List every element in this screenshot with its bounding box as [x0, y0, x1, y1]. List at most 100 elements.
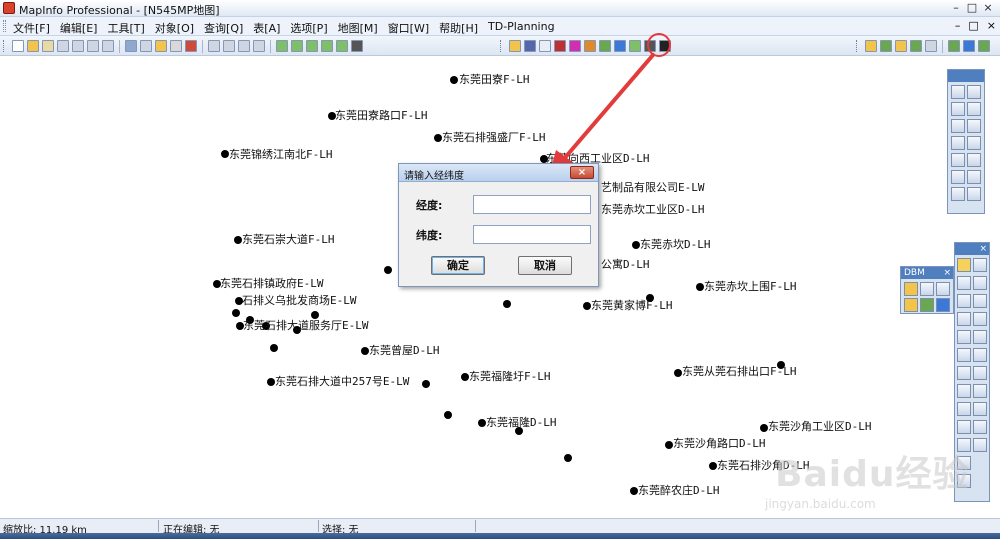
- arc-tool-icon[interactable]: [967, 102, 981, 116]
- add-node-icon[interactable]: [967, 170, 981, 184]
- map-point[interactable]: [434, 134, 442, 142]
- show-legend-icon[interactable]: [957, 420, 971, 434]
- table-tool-icon[interactable]: [614, 40, 626, 52]
- longitude-input[interactable]: [473, 195, 591, 214]
- menu-grip[interactable]: [3, 20, 6, 32]
- layer-control-icon[interactable]: [865, 40, 877, 52]
- new-document-icon[interactable]: [12, 40, 24, 52]
- ok-button[interactable]: 确定: [431, 256, 485, 275]
- dialog-title-bar[interactable]: 请输入经纬度 ×: [399, 164, 598, 182]
- map-point[interactable]: [450, 76, 458, 84]
- marquee-select-icon[interactable]: [973, 258, 987, 272]
- reshape-tool-icon[interactable]: [951, 170, 965, 184]
- save-icon[interactable]: [125, 40, 137, 52]
- export-pdf-icon[interactable]: [185, 40, 197, 52]
- palette-close-icon[interactable]: ×: [979, 243, 987, 255]
- pan-hand-icon[interactable]: [973, 348, 987, 362]
- map-point[interactable]: [444, 411, 452, 419]
- save-as-icon[interactable]: [140, 40, 152, 52]
- menu-help[interactable]: 帮助[H]: [434, 19, 483, 37]
- ruler-icon[interactable]: [973, 402, 987, 416]
- frame-tool-icon[interactable]: [967, 153, 981, 167]
- dbm-folder-icon[interactable]: [904, 298, 918, 312]
- toolbar-grip[interactable]: [3, 40, 6, 52]
- polygon-select-icon[interactable]: [973, 276, 987, 290]
- rounded-rect-tool-icon[interactable]: [967, 136, 981, 150]
- site-layer-icon[interactable]: [524, 40, 536, 52]
- menu-window[interactable]: 窗口[W]: [383, 19, 434, 37]
- line-style-icon[interactable]: [967, 187, 981, 201]
- toolbar-grip[interactable]: [856, 40, 859, 52]
- boundary-select-icon[interactable]: [957, 294, 971, 308]
- dbm-title-bar[interactable]: DBM ×: [901, 267, 953, 279]
- map-point[interactable]: [461, 373, 469, 381]
- print-icon[interactable]: [170, 40, 182, 52]
- menu-options[interactable]: 选项[P]: [285, 19, 332, 37]
- zoom-icon[interactable]: [102, 40, 114, 52]
- map-point[interactable]: [422, 380, 430, 388]
- minimize-button[interactable]: –: [948, 1, 964, 15]
- map-point[interactable]: [674, 369, 682, 377]
- maximize-button[interactable]: □: [964, 1, 980, 15]
- close-button[interactable]: ×: [980, 1, 996, 15]
- find-icon[interactable]: [87, 40, 99, 52]
- menu-edit[interactable]: 编辑[E]: [55, 19, 103, 37]
- map-point[interactable]: [267, 378, 275, 386]
- invert-select-icon[interactable]: [957, 312, 971, 326]
- dbm-table-icon[interactable]: [920, 282, 934, 296]
- redistrict-icon[interactable]: [336, 40, 348, 52]
- symbol-style-icon[interactable]: [951, 187, 965, 201]
- palette-title-bar[interactable]: ×: [955, 243, 989, 255]
- radius-select-icon[interactable]: [957, 276, 971, 290]
- polyline-tool-icon[interactable]: [951, 102, 965, 116]
- tool-manager-icon[interactable]: [978, 40, 990, 52]
- site-open-icon[interactable]: [509, 40, 521, 52]
- run-program-icon[interactable]: [948, 40, 960, 52]
- dialog-close-button[interactable]: ×: [570, 166, 594, 179]
- map-point[interactable]: [503, 300, 511, 308]
- menu-objects[interactable]: 对象[O]: [150, 19, 199, 37]
- dbm-open-icon[interactable]: [904, 282, 918, 296]
- cross-icon[interactable]: [644, 40, 656, 52]
- open-workspace-icon[interactable]: [42, 40, 54, 52]
- legend-icon[interactable]: [895, 40, 907, 52]
- new-browser-icon[interactable]: [276, 40, 288, 52]
- menu-td-planning[interactable]: TD-Planning: [483, 19, 560, 37]
- map-point[interactable]: [232, 309, 240, 317]
- toolbar-grip[interactable]: [500, 40, 503, 52]
- paste-icon[interactable]: [238, 40, 250, 52]
- line-tool-icon[interactable]: [967, 85, 981, 99]
- copy-icon[interactable]: [223, 40, 235, 52]
- map-point[interactable]: [515, 427, 523, 435]
- map-point[interactable]: [384, 266, 392, 274]
- map-point[interactable]: [632, 241, 640, 249]
- menu-table[interactable]: 表[A]: [248, 19, 285, 37]
- map-point[interactable]: [221, 150, 229, 158]
- fr-icon[interactable]: [539, 40, 551, 52]
- map-point[interactable]: [760, 424, 768, 432]
- dbm-refresh-icon[interactable]: [920, 298, 934, 312]
- rectangle-tool-icon[interactable]: [951, 136, 965, 150]
- palette-title-bar[interactable]: [948, 70, 984, 82]
- gear-icon[interactable]: [584, 40, 596, 52]
- cancel-button[interactable]: 取消: [518, 256, 572, 275]
- dbm-query-icon[interactable]: [936, 282, 950, 296]
- menu-tools[interactable]: 工具[T]: [102, 19, 149, 37]
- show-statistics-icon[interactable]: [973, 420, 987, 434]
- cut-icon[interactable]: [72, 40, 84, 52]
- ellipse-tool-icon[interactable]: [967, 119, 981, 133]
- statistics-icon[interactable]: [910, 40, 922, 52]
- drag-window-icon[interactable]: [973, 384, 987, 398]
- open-table-icon[interactable]: [155, 40, 167, 52]
- map-point[interactable]: [311, 311, 319, 319]
- map-point[interactable]: [270, 344, 278, 352]
- map-point[interactable]: [564, 454, 572, 462]
- menu-map[interactable]: 地图[M]: [333, 19, 383, 37]
- symbol-tool-icon[interactable]: [951, 85, 965, 99]
- zoom-out-icon[interactable]: [973, 330, 987, 344]
- label-tool-icon[interactable]: [957, 384, 971, 398]
- doc-minimize-button[interactable]: –: [955, 19, 961, 32]
- text-tool-icon[interactable]: [951, 153, 965, 167]
- select-arrow-icon[interactable]: [957, 258, 971, 272]
- map-point[interactable]: [665, 441, 673, 449]
